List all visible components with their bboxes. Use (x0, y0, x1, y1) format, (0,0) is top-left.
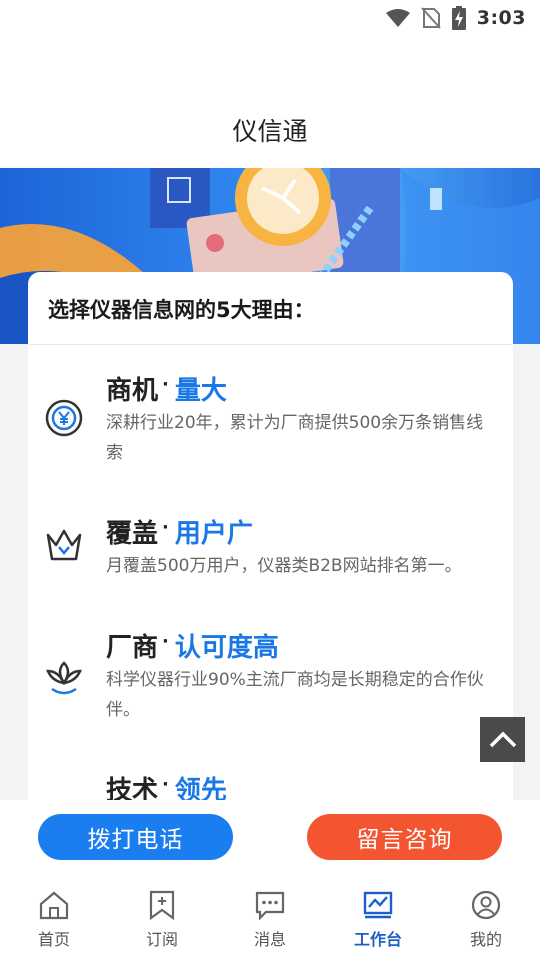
reason-title-dot: · (162, 631, 169, 652)
tab-profile[interactable]: 我的 (432, 878, 540, 960)
reason-title: 厂商 · 认可度高 (106, 627, 279, 664)
scroll-to-top-button[interactable] (480, 717, 525, 762)
chevron-up-icon (489, 731, 516, 747)
reason-title-accent: 量大 (174, 376, 227, 406)
reason-title-dot: · (162, 774, 169, 795)
wifi-icon (385, 8, 411, 28)
card-heading: 选择仪器信息网的5大理由： (48, 298, 315, 322)
reason-title-accent: 认可度高 (174, 633, 279, 663)
reasons-card: 选择仪器信息网的5大理由： 商机 · 量大 深耕行业20年，累计为厂商提供500余万… (28, 272, 513, 812)
tab-label: 工作台 (353, 930, 402, 949)
no-sim-icon (420, 7, 441, 29)
tab-workbench[interactable]: 工作台 (324, 878, 432, 960)
tab-home[interactable]: 首页 (0, 878, 108, 960)
home-icon (39, 891, 69, 920)
reason-description: 月覆盖500万用户，仪器类B2B网站排名第一。 (106, 556, 462, 576)
call-button[interactable]: 拨打电话 (38, 814, 233, 860)
reason-title-main: 覆盖 (106, 519, 159, 549)
tab-label: 消息 (253, 930, 286, 949)
tab-label: 我的 (469, 930, 502, 949)
reason-title-dot: · (162, 374, 169, 395)
lotus-icon (44, 657, 84, 697)
page-title: 仪信通 (232, 117, 308, 146)
status-bar: 3:03 (0, 0, 540, 36)
bookmark-icon (149, 890, 175, 920)
yen-icon (44, 398, 84, 438)
reason-title-main: 厂商 (106, 633, 159, 663)
tab-label: 订阅 (145, 930, 178, 949)
app-header: 仪信通 (0, 36, 540, 168)
tab-messages[interactable]: 消息 (216, 878, 324, 960)
reason-title: 商机 · 量大 (106, 370, 227, 407)
actions-bar: 拨打电话 留言咨询 (0, 800, 540, 878)
profile-icon (471, 890, 501, 920)
tab-bar: 首页 订阅 消息 工作台 我的 (0, 878, 540, 960)
divider (28, 344, 513, 345)
battery-charging-icon (451, 6, 467, 30)
status-time: 3:03 (476, 7, 526, 29)
reason-description: 深耕行业20年，累计为厂商提供500余万条销售线索 (106, 413, 484, 463)
consult-button[interactable]: 留言咨询 (307, 814, 502, 860)
crown-icon (44, 525, 84, 565)
workbench-icon (363, 891, 393, 919)
message-icon (255, 891, 285, 920)
reason-description: 科学仪器行业90%主流厂商均是长期稳定的合作伙伴。 (106, 670, 484, 720)
reason-title: 覆盖 · 用户广 (106, 513, 253, 550)
tab-label: 首页 (37, 930, 70, 949)
reason-title-main: 商机 (106, 376, 159, 406)
reason-title-accent: 用户广 (174, 519, 253, 549)
tab-subscribe[interactable]: 订阅 (108, 878, 216, 960)
reason-title-dot: · (162, 517, 169, 538)
